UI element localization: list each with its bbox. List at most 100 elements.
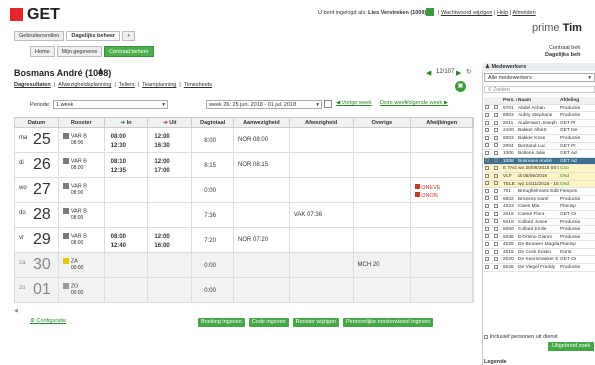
nav-home[interactable]: Home [30, 46, 55, 57]
aanwezigheid-cell[interactable] [234, 278, 290, 302]
out-cell[interactable]: 12:00 16:30 [148, 128, 193, 152]
employee-row[interactable]: 6003 Bakker Kees Productie [484, 135, 595, 143]
roosterwissel-button[interactable]: Persoonlijke roosterwissel ingeven [342, 318, 434, 327]
configuratie-link[interactable]: ⚙ Configuratie [30, 318, 66, 324]
check-cell[interactable] [493, 226, 502, 233]
rooster-cell[interactable]: VAR B 08:00 [59, 228, 105, 252]
afwezigheid-cell[interactable] [290, 253, 354, 277]
out-cell[interactable] [148, 178, 193, 202]
this-week-link[interactable]: Deze week [380, 100, 407, 106]
rooster-cell[interactable]: ZA 00:00 [59, 253, 105, 277]
employee-row[interactable]: 2020 De Keersmaeker E GET Or [484, 256, 595, 265]
check-cell[interactable] [493, 181, 502, 188]
aanwezigheid-cell[interactable]: NOR 08:00 [234, 128, 290, 152]
aanwezigheid-cell[interactable]: NOR 07:20 [234, 228, 290, 252]
check-cell[interactable] [493, 249, 502, 256]
week-select[interactable]: week 26: 25 jun. 2018 - 01 jul. 2018 ▾ [206, 100, 322, 109]
in-cell[interactable]: 08:10 12:35 [105, 153, 149, 177]
view-cell[interactable] [484, 241, 493, 248]
check-cell[interactable] [493, 196, 502, 203]
afwezigheid-cell[interactable] [290, 178, 354, 202]
view-cell[interactable] [484, 173, 493, 180]
refresh-icon[interactable]: ↻ [466, 68, 472, 76]
check-cell[interactable] [493, 264, 502, 271]
check-cell[interactable] [493, 203, 502, 210]
view-cell[interactable] [484, 127, 493, 134]
out-cell[interactable]: 12:00 16:00 [148, 228, 193, 252]
check-cell[interactable] [493, 241, 502, 248]
prev-employee-icon[interactable]: ◀ [426, 69, 431, 77]
check-cell[interactable] [493, 188, 502, 195]
in-cell[interactable]: 08:00 12:30 [105, 128, 149, 152]
subtab-afwezigheidsplanning[interactable]: Afwezigheidsplanning [58, 82, 111, 88]
view-cell[interactable] [484, 196, 493, 203]
employee-row[interactable]: 701 Breughelmans Edith Fienpos [484, 188, 595, 196]
overige-cell[interactable]: MCH 20 [354, 253, 412, 277]
rooster-cell[interactable]: VAR B 08:00 [59, 128, 105, 152]
check-cell[interactable] [493, 135, 502, 142]
out-cell[interactable] [148, 203, 193, 227]
view-cell[interactable] [484, 188, 493, 195]
boeking-ingeven-button[interactable]: Boeking ingeven [198, 318, 245, 327]
employee-row[interactable]: 5026 De Vlegel Freddy Productie [484, 264, 595, 272]
scroll-left-icon[interactable]: ◀ [14, 308, 18, 314]
employee-row[interactable]: TELEwo 14/11/2018 - 15/11/2018Ond [484, 180, 595, 189]
employee-row[interactable]: 1008 Bosmans André GET Ad [484, 157, 595, 166]
in-cell[interactable] [105, 178, 149, 202]
employee-row[interactable]: 6701 Abdel Achan Productie [484, 105, 595, 113]
prev-week-link[interactable]: ◀ Vorige week [336, 100, 372, 106]
view-cell[interactable] [484, 234, 493, 241]
warning-item[interactable]: ONEVE [415, 184, 441, 192]
rooster-wijzigen-button[interactable]: Rooster wijzigen [292, 318, 339, 327]
nav-centraal-beheer[interactable]: Centraal beheer [104, 46, 154, 57]
out-cell[interactable] [148, 278, 193, 302]
in-cell[interactable]: 08:00 12:40 [105, 228, 149, 252]
language-flag-icon[interactable] [426, 8, 434, 16]
check-cell[interactable] [493, 219, 502, 226]
view-cell[interactable] [484, 112, 493, 119]
calendar-icon[interactable] [324, 100, 332, 108]
employee-row[interactable]: 2016 Coene Flora GET Or [484, 211, 595, 219]
overige-cell[interactable] [354, 153, 412, 177]
in-cell[interactable] [105, 278, 149, 302]
view-cell[interactable] [484, 105, 493, 112]
employee-filter-select[interactable]: Alle medewerkers ▾ [484, 73, 595, 82]
rooster-cell[interactable]: VAR B 08:00 [59, 203, 105, 227]
check-cell[interactable] [493, 234, 502, 241]
out-cell[interactable] [148, 253, 193, 277]
check-cell[interactable] [493, 173, 502, 180]
check-cell[interactable] [493, 120, 502, 127]
employee-row[interactable]: 5036 D'Orsino Gianni Productie [484, 234, 595, 242]
check-cell[interactable] [493, 211, 502, 218]
view-cell[interactable] [484, 150, 493, 157]
tab-gebruikersrollen[interactable]: Gebruikersrollen [14, 31, 65, 41]
employee-row[interactable]: 6002 Broeens Karel Productie [484, 196, 595, 204]
afwezigheid-cell[interactable] [290, 278, 354, 302]
view-cell[interactable] [484, 256, 493, 263]
employee-row[interactable]: 2011 Audenaert Joseph GET Pr [484, 120, 595, 128]
rooster-cell[interactable]: VAR B 08:00 [59, 178, 105, 202]
out-cell[interactable]: 12:00 17:00 [148, 153, 193, 177]
employee-row[interactable]: 4026 De Brouwer Magda Planisp [484, 241, 595, 249]
check-cell[interactable] [493, 127, 502, 134]
in-cell[interactable] [105, 253, 149, 277]
aanwezigheid-cell[interactable] [234, 253, 290, 277]
afwezigheid-cell[interactable]: VAK 07:36 [290, 203, 354, 227]
overige-cell[interactable] [354, 203, 412, 227]
check-cell[interactable] [493, 150, 502, 157]
view-cell[interactable] [484, 165, 493, 172]
view-cell[interactable] [484, 219, 493, 226]
check-cell[interactable] [493, 158, 502, 165]
overige-cell[interactable] [354, 278, 412, 302]
view-cell[interactable] [484, 143, 493, 150]
change-password-link[interactable]: Wachtwoord wijzigen [441, 10, 492, 16]
next-week-link[interactable]: Volgende week ▶ [405, 100, 448, 106]
employee-row[interactable]: 4015 De Cock Kristin Dorst [484, 249, 595, 257]
aanwezigheid-cell[interactable] [234, 203, 290, 227]
employee-row[interactable]: 4023 Claes Mia Planisp [484, 203, 595, 211]
rooster-cell[interactable]: VAR B 08:00 [59, 153, 105, 177]
check-cell[interactable] [493, 105, 502, 112]
overige-cell[interactable] [354, 128, 412, 152]
check-cell[interactable] [493, 112, 502, 119]
subtab-timesheets[interactable]: Timesheets [184, 82, 212, 88]
